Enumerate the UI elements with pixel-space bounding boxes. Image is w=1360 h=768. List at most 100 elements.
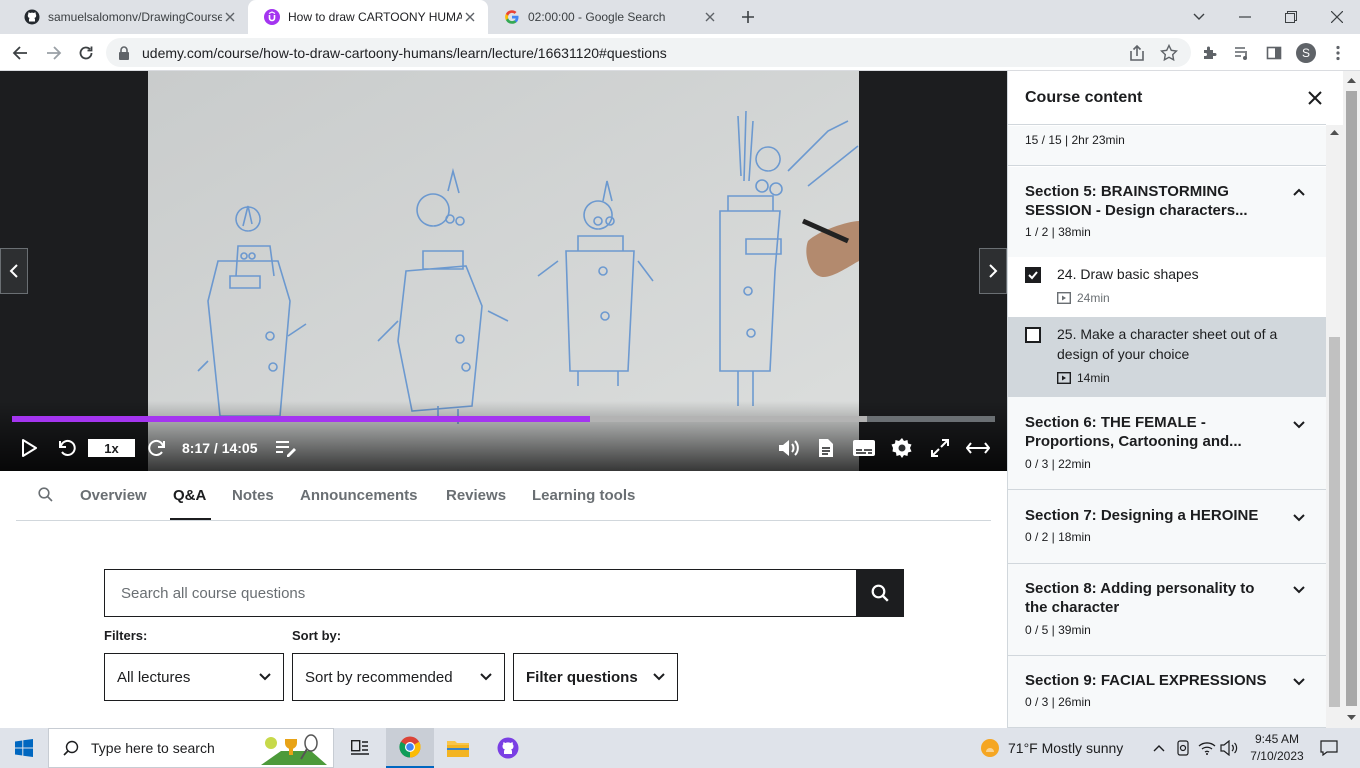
close-tab-icon[interactable] (222, 9, 238, 25)
tab-qa[interactable]: Q&A (173, 487, 206, 504)
url-text: udemy.com/course/how-to-draw-cartoony-hu… (142, 44, 667, 61)
github-desktop-button[interactable] (484, 728, 532, 768)
address-bar[interactable]: udemy.com/course/how-to-draw-cartoony-hu… (106, 38, 1191, 67)
close-icon[interactable] (1306, 89, 1324, 107)
browser-tab-github[interactable]: samuelsalomonv/DrawingCourse (8, 0, 248, 34)
extensions-button[interactable] (1200, 43, 1220, 63)
taskbar-search[interactable]: Type here to search (48, 728, 334, 768)
profile-avatar[interactable]: S (1296, 43, 1316, 63)
gear-icon (891, 438, 912, 458)
media-control-button[interactable] (1232, 43, 1252, 63)
playback-rate-button[interactable]: 1x (88, 439, 135, 457)
page-scroll-thumb[interactable] (1346, 91, 1357, 706)
section-9-header[interactable]: Section 9: FACIAL EXPRESSIONS 0 / 3 | 26… (1008, 656, 1326, 728)
search-icon (63, 740, 79, 756)
rewind-button[interactable] (54, 435, 80, 461)
start-button[interactable] (0, 728, 48, 768)
chevron-down-icon (259, 673, 271, 681)
close-window-button[interactable] (1314, 0, 1360, 34)
progress-bar[interactable] (12, 416, 995, 422)
github-desktop-icon (497, 737, 519, 759)
clock-date: 7/10/2023 (1250, 749, 1304, 763)
lectures-filter-select[interactable]: All lectures (104, 653, 284, 701)
filter-questions-button[interactable]: Filter questions (513, 653, 678, 701)
filter-questions-label: Filter questions (526, 668, 638, 686)
task-view-button[interactable] (336, 728, 384, 768)
side-panel-button[interactable] (1264, 43, 1284, 63)
expand-view-button[interactable] (964, 435, 992, 461)
section-7-header[interactable]: Section 7: Designing a HEROINE 0 / 2 | 1… (1008, 490, 1326, 564)
close-icon (1331, 11, 1343, 23)
tab-reviews[interactable]: Reviews (446, 487, 506, 504)
transcript-button[interactable] (812, 435, 840, 461)
previous-lecture-button[interactable] (0, 248, 28, 294)
forward-button[interactable] (40, 39, 68, 67)
new-tab-button[interactable] (734, 0, 762, 34)
back-button[interactable] (6, 39, 34, 67)
weather-widget[interactable]: 71°F Mostly sunny (980, 738, 1123, 758)
add-note-button[interactable] (272, 435, 300, 461)
section-8-header[interactable]: Section 8: Adding personality to the cha… (1008, 564, 1326, 656)
scroll-down-arrow-icon[interactable] (1347, 715, 1356, 721)
puzzle-icon (1204, 46, 1217, 59)
close-tab-icon[interactable] (702, 9, 718, 25)
browser-menu-button[interactable] (1328, 43, 1348, 63)
sidebar-scrollbar[interactable] (1326, 125, 1343, 728)
section-meta: 0 / 3 | 26min (1025, 695, 1091, 709)
scroll-up-arrow-icon[interactable] (1330, 129, 1339, 135)
section-5-header[interactable]: Section 5: BRAINSTORMING SESSION - Desig… (1008, 167, 1326, 257)
sort-select[interactable]: Sort by recommended (292, 653, 505, 701)
camera-icon (1177, 740, 1189, 756)
captions-button[interactable] (850, 435, 878, 461)
filters-label: Filters: (104, 628, 148, 643)
volume-icon (779, 440, 799, 456)
star-icon[interactable] (1160, 44, 1178, 62)
browser-tab-google[interactable]: 02:00:00 - Google Search (488, 0, 728, 34)
sort-value: Sort by recommended (305, 668, 453, 686)
lecture-complete-checkbox[interactable] (1025, 327, 1041, 343)
volume-button[interactable] (774, 435, 802, 461)
browser-tab-udemy[interactable]: How to draw CARTOONY HUMAN (248, 0, 488, 34)
section-6-header[interactable]: Section 6: THE FEMALE - Proportions, Car… (1008, 397, 1326, 490)
lecture-complete-checkbox[interactable] (1025, 267, 1041, 283)
side-panel-icon (1266, 46, 1282, 60)
file-explorer-button[interactable] (434, 728, 482, 768)
lecture-item[interactable]: 24. Draw basic shapes 24min (1008, 257, 1326, 317)
system-clock[interactable]: 9:45 AM 7/10/2023 (1240, 731, 1314, 765)
settings-button[interactable] (888, 435, 916, 461)
browser-tab-bar: samuelsalomonv/DrawingCourse How to draw… (0, 0, 1360, 34)
notifications-button[interactable] (1318, 739, 1340, 757)
fullscreen-button[interactable] (926, 435, 954, 461)
show-hidden-icons-button[interactable] (1150, 739, 1168, 757)
lecture-item-current[interactable]: 25. Make a character sheet out of a desi… (1008, 317, 1326, 397)
minimize-button[interactable] (1222, 0, 1268, 34)
search-icon (871, 584, 889, 602)
meet-now-button[interactable] (1174, 739, 1192, 757)
tab-overview[interactable]: Overview (80, 487, 147, 504)
play-button[interactable] (16, 435, 42, 461)
tab-search-button[interactable] (1176, 0, 1222, 34)
tab-learning-tools[interactable]: Learning tools (532, 487, 635, 504)
share-icon[interactable] (1128, 44, 1146, 62)
restore-button[interactable] (1268, 0, 1314, 34)
tab-notes[interactable]: Notes (232, 487, 274, 504)
page-scrollbar[interactable] (1343, 71, 1360, 728)
forward-button[interactable] (144, 435, 170, 461)
search-tab[interactable] (38, 487, 53, 502)
qa-search-input[interactable] (104, 569, 857, 617)
next-lecture-button[interactable] (979, 248, 1007, 294)
close-tab-icon[interactable] (462, 9, 478, 25)
reload-button[interactable] (72, 39, 100, 67)
section-previous[interactable]: 15 / 15 | 2hr 23min (1008, 126, 1326, 166)
video-player[interactable]: 1x 8:17 / 14:05 (0, 71, 1007, 471)
chrome-taskbar-button[interactable] (386, 728, 434, 768)
transcript-icon (819, 439, 833, 457)
scroll-up-arrow-icon[interactable] (1347, 77, 1356, 83)
volume-tray-button[interactable] (1220, 739, 1238, 757)
search-highlight-icon (261, 734, 327, 765)
sidebar-scroll-thumb[interactable] (1329, 337, 1340, 707)
network-button[interactable] (1198, 739, 1216, 757)
qa-search-button[interactable] (856, 569, 904, 617)
tab-announcements[interactable]: Announcements (300, 487, 418, 504)
play-icon (22, 439, 37, 457)
